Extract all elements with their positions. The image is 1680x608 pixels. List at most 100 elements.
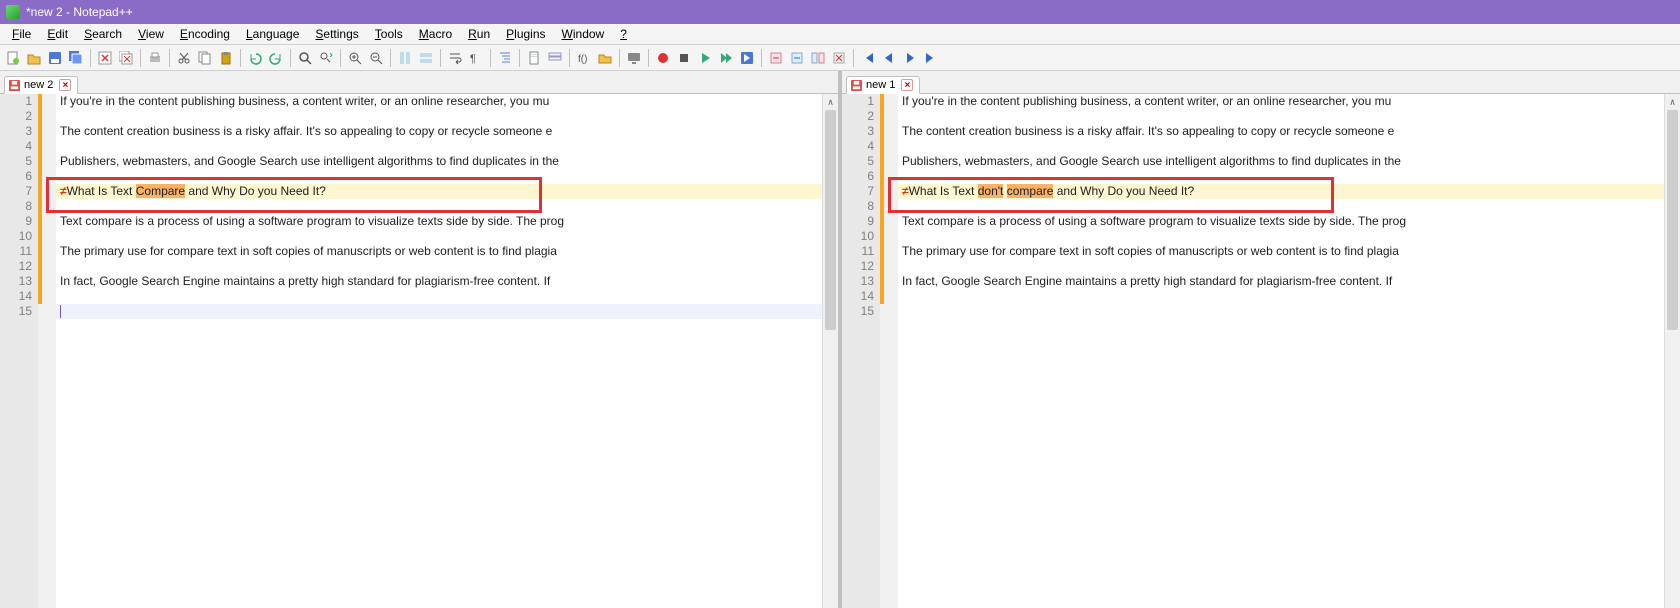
text-line[interactable]: If you're in the content publishing busi… [56,94,822,109]
toolbar-separator [290,49,291,67]
doc-list-icon[interactable] [546,49,564,67]
record-icon[interactable] [654,49,672,67]
indent-guide-icon[interactable] [496,49,514,67]
nav-next-icon[interactable] [901,49,919,67]
play-icon[interactable] [696,49,714,67]
paste-icon[interactable] [217,49,235,67]
show-all-icon[interactable]: ¶ [467,49,485,67]
folder-icon[interactable] [596,49,614,67]
fold-slot [42,94,56,109]
text-line[interactable]: Publishers, webmasters, and Google Searc… [56,154,822,169]
play-multi-icon[interactable] [717,49,735,67]
scroll-thumb[interactable] [1667,110,1678,330]
monitor-icon[interactable] [625,49,643,67]
stop-icon[interactable] [675,49,693,67]
text-line[interactable] [56,259,822,274]
text-line[interactable]: The content creation business is a risky… [898,124,1664,139]
text-line[interactable]: ≠What Is Text Compare and Why Do you Nee… [56,184,822,199]
menu-tools[interactable]: Tools [367,25,411,43]
vertical-scrollbar[interactable]: ∧ [822,94,838,608]
text-line[interactable] [898,289,1664,304]
menu-help[interactable]: ? [612,25,635,43]
find-icon[interactable] [296,49,314,67]
cut-icon[interactable] [175,49,193,67]
text-line[interactable] [898,229,1664,244]
text-line[interactable]: The content creation business is a risky… [56,124,822,139]
text-line[interactable]: The primary use for compare text in soft… [898,244,1664,259]
text-line[interactable] [898,199,1664,214]
menu-view[interactable]: View [130,25,172,43]
scroll-thumb[interactable] [825,110,836,330]
menu-run[interactable]: Run [460,25,498,43]
save-macro-icon[interactable] [738,49,756,67]
text-line[interactable] [56,199,822,214]
close-all-icon[interactable] [117,49,135,67]
menu-language[interactable]: Language [238,25,307,43]
save-icon[interactable] [46,49,64,67]
tab-new-1[interactable]: new 1 × [846,76,920,94]
text-line[interactable]: Publishers, webmasters, and Google Searc… [898,154,1664,169]
zoom-out-icon[interactable] [367,49,385,67]
text-line[interactable] [56,289,822,304]
right-editor[interactable]: 123456789101112131415 If you're in the c… [842,94,1680,608]
menu-file[interactable]: File [4,25,39,43]
line-number: 1 [842,94,874,109]
toolbar-separator [390,49,391,67]
compare-clear-icon[interactable] [830,49,848,67]
vertical-scrollbar[interactable]: ∧ [1664,94,1680,608]
func-list-icon[interactable]: f() [575,49,593,67]
open-file-icon[interactable] [25,49,43,67]
text-area[interactable]: If you're in the content publishing busi… [898,94,1664,608]
menu-encoding[interactable]: Encoding [172,25,238,43]
menu-macro[interactable]: Macro [411,25,460,43]
menu-edit[interactable]: Edit [39,25,76,43]
print-icon[interactable] [146,49,164,67]
undo-icon[interactable] [246,49,264,67]
compare-prev-icon[interactable] [788,49,806,67]
menu-search[interactable]: Search [76,25,130,43]
close-tab-icon[interactable]: × [59,79,71,91]
scroll-up-icon[interactable]: ∧ [1665,94,1680,110]
save-all-icon[interactable] [67,49,85,67]
zoom-in-icon[interactable] [346,49,364,67]
text-line[interactable]: Text compare is a process of using a sof… [898,214,1664,229]
text-line[interactable]: If you're in the content publishing busi… [898,94,1664,109]
text-line[interactable]: The primary use for compare text in soft… [56,244,822,259]
text-line[interactable] [56,109,822,124]
nav-first-icon[interactable] [859,49,877,67]
compare-icon[interactable] [809,49,827,67]
text-line[interactable] [56,229,822,244]
nav-prev-icon[interactable] [880,49,898,67]
nav-last-icon[interactable] [922,49,940,67]
text-line[interactable] [898,304,1664,319]
menu-settings[interactable]: Settings [307,25,366,43]
doc-map-icon[interactable] [525,49,543,67]
copy-icon[interactable] [196,49,214,67]
text-line[interactable] [56,139,822,154]
text-line[interactable] [898,109,1664,124]
text-line[interactable] [898,259,1664,274]
text-line[interactable] [56,304,822,319]
text-area[interactable]: If you're in the content publishing busi… [56,94,822,608]
compare-first-icon[interactable] [767,49,785,67]
text-line[interactable] [56,169,822,184]
sync-v-icon[interactable] [396,49,414,67]
text-line[interactable]: In fact, Google Search Engine maintains … [56,274,822,289]
word-wrap-icon[interactable] [446,49,464,67]
text-line[interactable]: ≠What Is Text don't compare and Why Do y… [898,184,1664,199]
menu-plugins[interactable]: Plugins [498,25,553,43]
left-editor[interactable]: 123456789101112131415 If you're in the c… [0,94,838,608]
text-line[interactable]: In fact, Google Search Engine maintains … [898,274,1664,289]
new-file-icon[interactable] [4,49,22,67]
text-line[interactable] [898,169,1664,184]
close-icon[interactable] [96,49,114,67]
redo-icon[interactable] [267,49,285,67]
text-line[interactable] [898,139,1664,154]
text-line[interactable]: Text compare is a process of using a sof… [56,214,822,229]
replace-icon[interactable] [317,49,335,67]
scroll-up-icon[interactable]: ∧ [823,94,838,110]
sync-h-icon[interactable] [417,49,435,67]
menu-window[interactable]: Window [554,25,613,43]
close-tab-icon[interactable]: × [901,79,913,91]
tab-new-2[interactable]: new 2 × [4,76,78,94]
